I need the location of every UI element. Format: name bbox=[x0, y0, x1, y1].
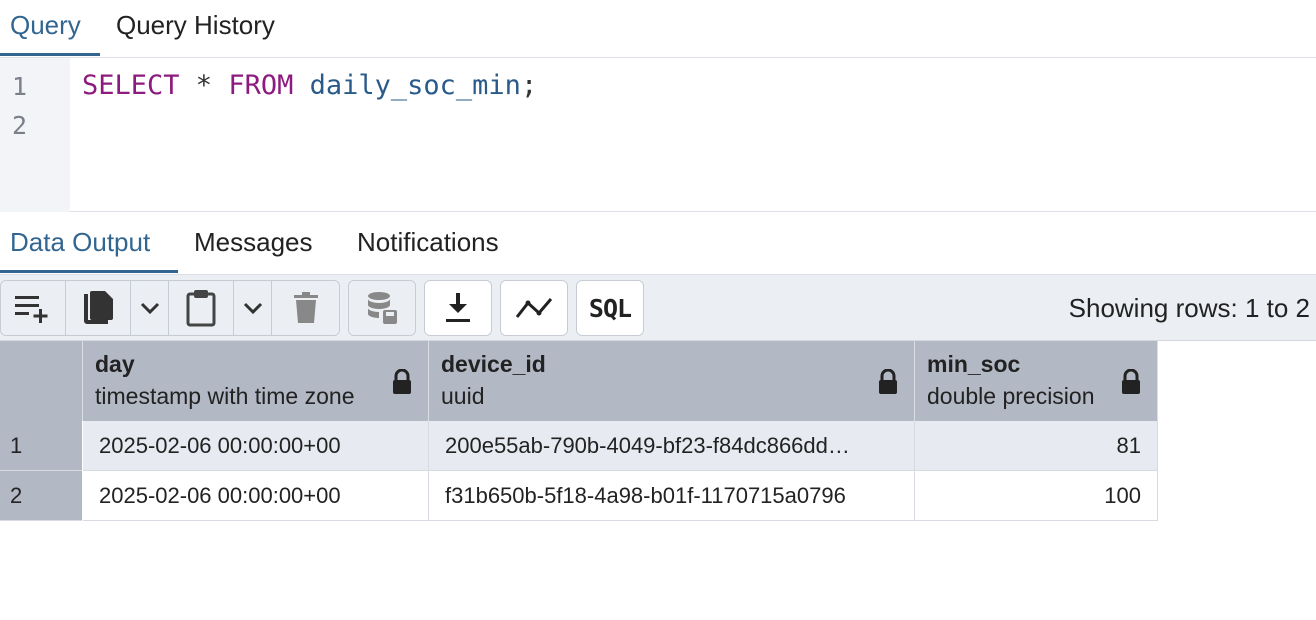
sql-editor[interactable]: 1 2 SELECT * FROM daily_soc_min; bbox=[0, 58, 1316, 212]
cell-min-soc[interactable]: 81 bbox=[915, 421, 1158, 471]
table-row[interactable]: 1 2025-02-06 00:00:00+00 200e55ab-790b-4… bbox=[0, 421, 1158, 471]
chevron-down-icon bbox=[140, 302, 159, 315]
column-type: timestamp with time zone bbox=[95, 383, 355, 409]
tab-messages[interactable]: Messages bbox=[194, 213, 313, 273]
line-number: 2 bbox=[12, 111, 28, 140]
copy-icon bbox=[84, 291, 113, 324]
cell-day[interactable]: 2025-02-06 00:00:00+00 bbox=[83, 421, 429, 471]
sql-button[interactable]: SQL bbox=[577, 281, 643, 335]
chevron-down-icon bbox=[243, 302, 262, 315]
paste-button[interactable] bbox=[169, 281, 234, 335]
row-number[interactable]: 1 bbox=[0, 421, 82, 471]
column-name: min_soc bbox=[927, 351, 1021, 377]
copy-options-button[interactable] bbox=[131, 281, 169, 335]
sql-icon: SQL bbox=[588, 293, 632, 323]
add-row-button[interactable] bbox=[1, 281, 66, 335]
column-name: day bbox=[95, 351, 135, 377]
query-tabs: Query Query History bbox=[0, 0, 1316, 58]
add-row-icon bbox=[15, 296, 48, 323]
save-data-group bbox=[348, 280, 416, 336]
code-line[interactable]: SELECT * FROM daily_soc_min; bbox=[82, 70, 537, 101]
punctuation-token: ; bbox=[520, 70, 538, 101]
column-name: device_id bbox=[441, 351, 546, 377]
table-row[interactable]: 2 2025-02-06 00:00:00+00 f31b650b-5f18-4… bbox=[0, 471, 1158, 521]
results-toolbar: SQL Showing rows: 1 to 2 bbox=[0, 275, 1316, 341]
tab-data-output[interactable]: Data Output bbox=[10, 213, 150, 273]
lock-icon bbox=[879, 369, 897, 394]
tab-query[interactable]: Query bbox=[10, 0, 81, 56]
active-output-tab-indicator bbox=[0, 270, 178, 273]
graph-visualiser-group bbox=[500, 280, 568, 336]
column-type: double precision bbox=[927, 383, 1095, 409]
cell-device-id[interactable]: f31b650b-5f18-4a98-b01f-1170715a0796 bbox=[429, 471, 915, 521]
copy-button[interactable] bbox=[66, 281, 131, 335]
tab-query-history[interactable]: Query History bbox=[116, 0, 275, 56]
active-tab-indicator bbox=[0, 53, 100, 56]
save-data-icon bbox=[368, 292, 397, 324]
delete-button[interactable] bbox=[272, 281, 339, 335]
line-number-gutter: 1 2 bbox=[0, 58, 70, 212]
sql-group: SQL bbox=[576, 280, 644, 336]
line-number: 1 bbox=[12, 72, 28, 101]
cell-day[interactable]: 2025-02-06 00:00:00+00 bbox=[83, 471, 429, 521]
cell-min-soc[interactable]: 100 bbox=[915, 471, 1158, 521]
paste-options-button[interactable] bbox=[234, 281, 272, 335]
column-header-device-id[interactable]: device_id uuid bbox=[429, 341, 915, 421]
lock-icon bbox=[393, 369, 411, 394]
download-group bbox=[424, 280, 492, 336]
edit-button-group bbox=[0, 280, 340, 336]
save-data-button[interactable] bbox=[349, 281, 415, 335]
output-tabs: Data Output Messages Notifications bbox=[0, 213, 1316, 275]
download-icon bbox=[446, 293, 470, 322]
tab-notifications[interactable]: Notifications bbox=[357, 213, 499, 273]
operator-token: * bbox=[179, 70, 229, 101]
keyword-token: SELECT bbox=[82, 70, 180, 101]
keyword-token: FROM bbox=[228, 70, 294, 101]
paste-icon bbox=[186, 290, 216, 327]
lock-icon bbox=[1122, 369, 1140, 394]
cell-device-id[interactable]: 200e55ab-790b-4049-bf23-f84dc866dd… bbox=[429, 421, 915, 471]
identifier-token: daily_soc_min bbox=[293, 70, 521, 101]
row-number[interactable]: 2 bbox=[0, 471, 82, 521]
delete-icon bbox=[293, 292, 318, 323]
column-type: uuid bbox=[441, 383, 485, 409]
row-number-header[interactable] bbox=[0, 341, 83, 421]
download-button[interactable] bbox=[425, 281, 491, 335]
column-header-day[interactable]: day timestamp with time zone bbox=[83, 341, 429, 421]
column-header-min-soc[interactable]: min_soc double precision bbox=[915, 341, 1158, 421]
graph-visualiser-icon bbox=[515, 298, 553, 318]
rows-status: Showing rows: 1 to 2 bbox=[1068, 293, 1310, 323]
graph-visualiser-button[interactable] bbox=[501, 281, 567, 335]
